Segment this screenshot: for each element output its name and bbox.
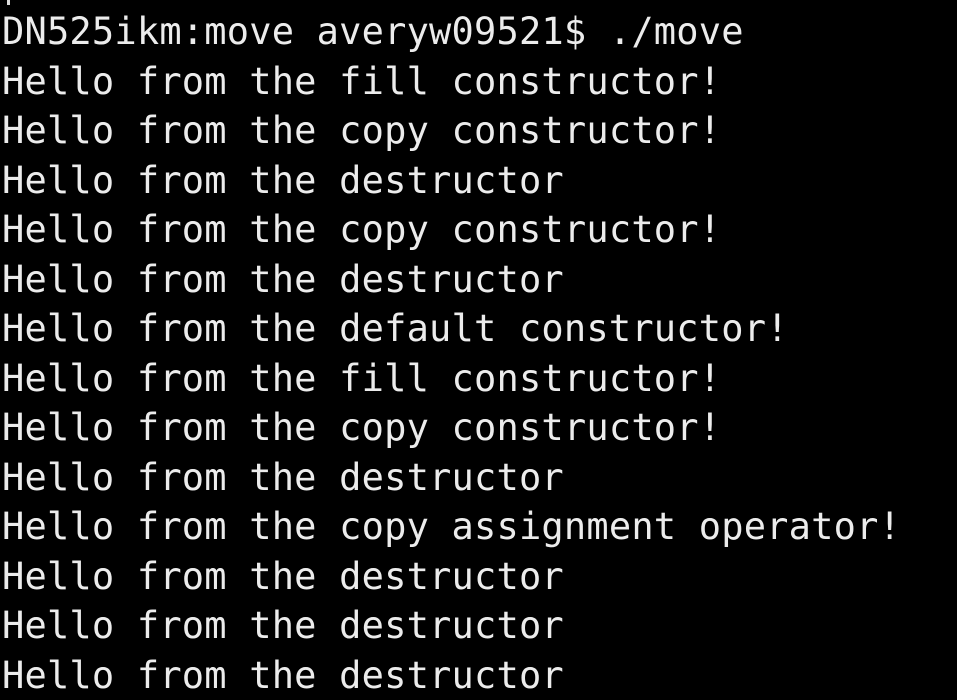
terminal-window[interactable]: DN525ikm:move averyw09521$ ./move Hello … bbox=[0, 0, 957, 700]
output-line: Hello from the destructor bbox=[2, 158, 564, 202]
previous-line-fragment bbox=[7, 0, 10, 5]
output-line: Hello from the destructor bbox=[2, 604, 564, 647]
shell-prompt-line: DN525ikm:move averyw09521$ ./move bbox=[2, 10, 744, 53]
output-line: Hello from the destructor bbox=[2, 653, 564, 697]
output-line: Hello from the copy constructor! bbox=[2, 208, 722, 251]
output-line: Hello from the copy constructor! bbox=[2, 406, 722, 449]
output-line: Hello from the destructor bbox=[2, 455, 564, 499]
output-line: Hello from the fill constructor! bbox=[2, 59, 722, 103]
output-line: Hello from the copy constructor! bbox=[2, 109, 722, 152]
output-line: Hello from the destructor bbox=[2, 257, 564, 301]
terminal-output: DN525ikm:move averyw09521$ ./move Hello … bbox=[2, 7, 901, 700]
output-line: Hello from the copy assignment operator! bbox=[2, 505, 902, 548]
output-line: Hello from the default constructor! bbox=[2, 307, 789, 350]
output-line: Hello from the fill constructor! bbox=[2, 356, 722, 400]
output-line: Hello from the destructor bbox=[2, 554, 564, 598]
